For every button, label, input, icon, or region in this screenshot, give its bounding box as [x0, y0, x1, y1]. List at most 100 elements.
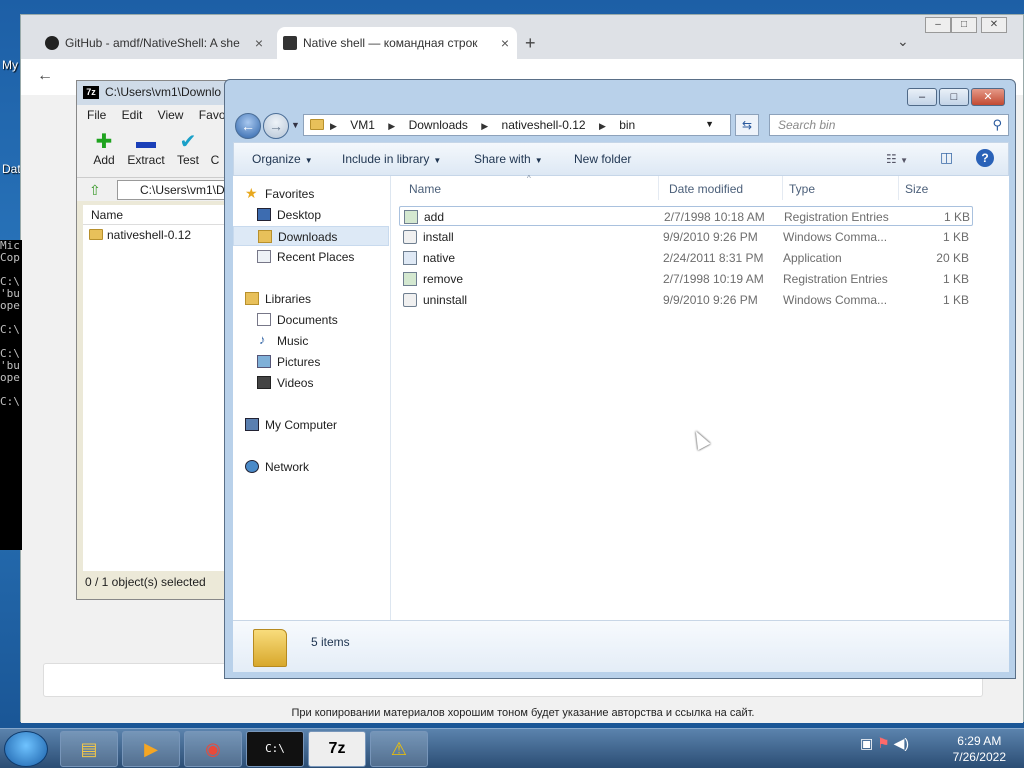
search-icon[interactable]: ⚲: [992, 117, 1002, 133]
copyright-note: При копировании материалов хорошим тоном…: [291, 707, 755, 719]
taskbar-media-player-button[interactable]: ▶: [122, 731, 180, 767]
desktop-icon-label[interactable]: Dat: [2, 162, 21, 176]
back-button[interactable]: ←: [235, 113, 261, 139]
action-center-icon[interactable]: ⚑: [877, 735, 890, 751]
nav-music[interactable]: ♪ Music: [233, 331, 389, 351]
minimize-button[interactable]: –: [907, 88, 937, 106]
pictures-icon: [257, 355, 271, 368]
extract-button[interactable]: ▬ Extract: [125, 131, 167, 167]
file-row-add[interactable]: add 2/7/1998 10:18 AM Registration Entri…: [399, 206, 973, 226]
column-header-date[interactable]: Date modified: [663, 176, 783, 200]
chrome-close-button[interactable]: ✕: [981, 17, 1007, 33]
taskbar-warning-button[interactable]: ⚠: [370, 731, 428, 767]
breadcrumb-separator[interactable]: ▶: [481, 121, 488, 131]
tab-label: Native shell — командная строк: [303, 36, 478, 50]
nav-libraries[interactable]: Libraries: [233, 289, 389, 309]
test-icon: ✔: [179, 131, 197, 153]
new-folder-button[interactable]: New folder: [574, 152, 631, 166]
help-icon[interactable]: ?: [976, 149, 994, 167]
taskbar-chrome-button[interactable]: ◉: [184, 731, 242, 767]
sevenzip-titlebar[interactable]: 7z C:\Users\vm1\Downlo: [77, 81, 235, 105]
documents-icon: [257, 313, 271, 326]
forward-button[interactable]: →: [263, 113, 289, 139]
chrome-tab-strip: GitHub - amdf/NativeShell: A she × Nativ…: [21, 15, 1023, 59]
nav-recent-places[interactable]: Recent Places: [233, 247, 389, 267]
copy-icon: [205, 131, 225, 153]
volume-icon[interactable]: ◀): [894, 735, 909, 751]
file-row-remove[interactable]: remove 2/7/1998 10:19 AM Registration En…: [399, 269, 973, 289]
nav-my-computer[interactable]: My Computer: [233, 415, 389, 435]
taskbar-7zip-button[interactable]: 7z: [308, 731, 366, 767]
nav-desktop[interactable]: Desktop: [233, 205, 389, 225]
recent-places-icon: [257, 250, 271, 263]
chrome-maximize-button[interactable]: □: [951, 17, 977, 33]
recent-pages-dropdown[interactable]: ▼: [291, 120, 300, 130]
nav-downloads[interactable]: Downloads: [233, 226, 389, 246]
clock-time: 6:29 AM: [957, 734, 1002, 748]
add-button[interactable]: ✚ Add: [83, 131, 125, 167]
column-header-size[interactable]: Size: [899, 176, 979, 200]
tool-label: C: [210, 153, 220, 167]
close-tab-icon[interactable]: ×: [501, 27, 509, 59]
console-window[interactable]: Mic Cop C:\ 'bu ope C:\ C:\ 'bu ope C:\: [0, 240, 22, 550]
libraries-icon: [245, 292, 259, 305]
system-tray: ▣ ⚑ ◀): [860, 735, 909, 752]
organize-button[interactable]: Organize ▼: [252, 152, 313, 166]
address-bar[interactable]: ▶ VM1 ▶ Downloads ▶ nativeshell-0.12 ▶ b…: [303, 114, 731, 136]
breadcrumb-separator[interactable]: ▶: [599, 121, 606, 131]
tab-search-button[interactable]: ⌄: [897, 33, 909, 50]
search-placeholder: Search bin: [778, 118, 836, 132]
include-in-library-button[interactable]: Include in library ▼: [342, 152, 441, 166]
breadcrumb-vm1[interactable]: VM1: [350, 118, 375, 132]
copy-button[interactable]: C: [205, 131, 225, 167]
breadcrumb-nativeshell[interactable]: nativeshell-0.12: [502, 118, 586, 132]
github-icon: [45, 36, 59, 50]
taskbar-cmd-button[interactable]: C:\: [246, 731, 304, 767]
preview-pane-icon[interactable]: ◫: [940, 149, 953, 166]
chrome-tab-native-shell[interactable]: Native shell — командная строк ×: [277, 27, 517, 59]
nav-network[interactable]: Network: [233, 457, 389, 477]
chrome-tab-github[interactable]: GitHub - amdf/NativeShell: A she ×: [39, 27, 271, 59]
nav-pictures[interactable]: Pictures: [233, 352, 389, 372]
column-header-name[interactable]: Name: [403, 176, 659, 200]
file-row-native[interactable]: native 2/24/2011 8:31 PM Application 20 …: [399, 248, 973, 268]
sevenzip-menubar[interactable]: File Edit View Favo: [77, 105, 235, 125]
new-tab-button[interactable]: +: [525, 33, 536, 54]
start-button[interactable]: [4, 731, 48, 767]
console-line: C:\: [0, 395, 20, 408]
file-row-install[interactable]: install 9/9/2010 9:26 PM Windows Comma..…: [399, 227, 973, 247]
breadcrumb-separator[interactable]: ▶: [388, 121, 395, 131]
file-row-uninstall[interactable]: uninstall 9/9/2010 9:26 PM Windows Comma…: [399, 290, 973, 310]
nav-documents[interactable]: Documents: [233, 310, 389, 330]
close-tab-icon[interactable]: ×: [255, 27, 263, 59]
search-input[interactable]: Search bin ⚲: [769, 114, 1009, 136]
back-arrow-icon[interactable]: ←: [37, 67, 53, 85]
details-pane: 5 items: [233, 620, 1009, 672]
tool-label: Extract: [127, 153, 165, 167]
maximize-button[interactable]: □: [939, 88, 969, 106]
view-options-icon[interactable]: ☷ ▼: [886, 152, 908, 166]
refresh-button[interactable]: ⇆: [735, 114, 759, 136]
share-with-button[interactable]: Share with ▼: [474, 152, 543, 166]
desktop-icon-label[interactable]: My: [2, 58, 18, 72]
column-header-name[interactable]: Name: [83, 205, 243, 225]
system-clock[interactable]: 6:29 AM 7/26/2022: [953, 733, 1006, 765]
taskbar-explorer-button[interactable]: ▤: [60, 731, 118, 767]
application-icon: [403, 251, 417, 265]
breadcrumb-bin[interactable]: bin: [619, 118, 635, 132]
list-item[interactable]: nativeshell-0.12: [83, 225, 243, 245]
nav-videos[interactable]: Videos: [233, 373, 389, 393]
address-dropdown-icon[interactable]: ▼: [705, 119, 714, 129]
explorer-titlebar[interactable]: – □ ✕: [225, 80, 1015, 110]
nav-favorites[interactable]: ★ Favorites: [233, 184, 389, 204]
column-header-type[interactable]: Type: [783, 176, 899, 200]
folder-up-icon[interactable]: ⇧: [89, 182, 101, 199]
chrome-minimize-button[interactable]: –: [925, 17, 951, 33]
test-button[interactable]: ✔ Test: [167, 131, 209, 167]
sort-arrow-icon: ^: [527, 174, 531, 183]
desktop-icon: [257, 208, 271, 221]
breadcrumb-separator[interactable]: ▶: [330, 121, 337, 131]
breadcrumb-downloads[interactable]: Downloads: [409, 118, 468, 132]
close-button[interactable]: ✕: [971, 88, 1005, 106]
network-tray-icon[interactable]: ▣: [860, 735, 873, 751]
